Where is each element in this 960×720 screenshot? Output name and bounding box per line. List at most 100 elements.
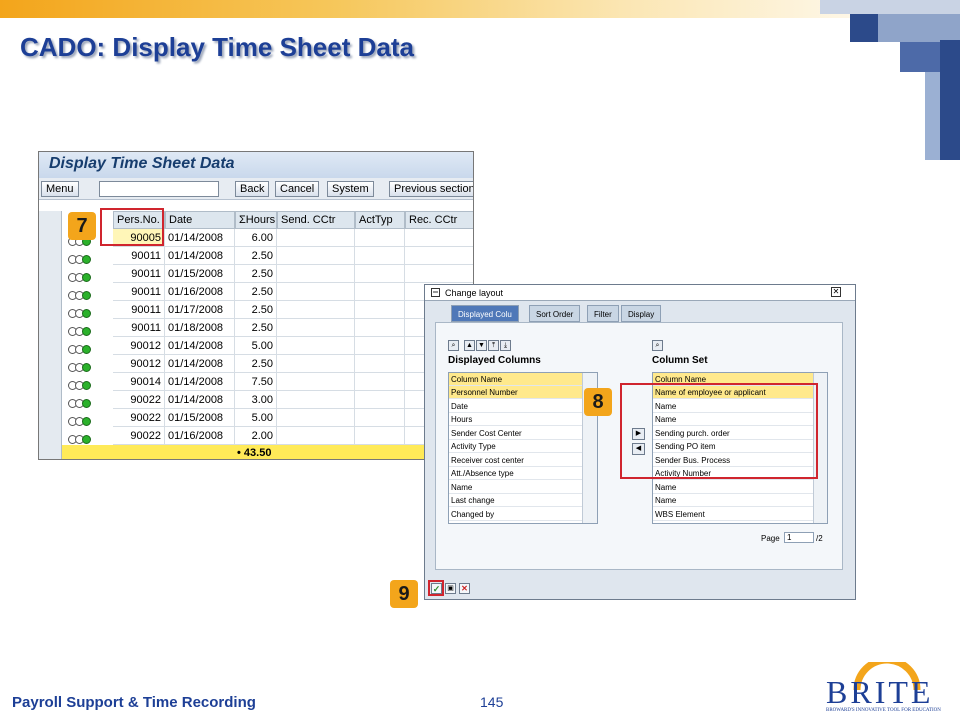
list-item[interactable]: Personnel Number [449, 386, 582, 399]
cell-send-cctr[interactable] [277, 427, 355, 445]
cell-send-cctr[interactable] [277, 301, 355, 319]
list-item[interactable]: Receiver cost center [449, 454, 582, 467]
close-icon[interactable]: ✕ [831, 287, 841, 297]
cell-pers-no[interactable]: 90011 [113, 283, 165, 301]
cell-rec-cctr[interactable] [405, 247, 473, 265]
find-icon-right[interactable]: ⌕ [652, 340, 663, 351]
cell-hours[interactable]: 2.50 [235, 301, 277, 319]
find-icon[interactable]: ⌕ [448, 340, 459, 351]
tab-displayed-columns[interactable]: Displayed Colu [451, 305, 519, 322]
cell-date[interactable]: 01/14/2008 [165, 355, 235, 373]
save-icon[interactable]: ▣ [445, 583, 456, 594]
table-row[interactable]: 90011 01/14/2008 2.50 [62, 247, 473, 265]
list-item[interactable]: Changed by [449, 508, 582, 521]
cell-date[interactable]: 01/14/2008 [165, 247, 235, 265]
table-row[interactable]: 90022 01/15/2008 5.00 [62, 409, 473, 427]
cell-pers-no[interactable]: 90012 [113, 355, 165, 373]
list-item[interactable]: Att./Absence type [449, 467, 582, 480]
cell-hours[interactable]: 2.50 [235, 265, 277, 283]
cell-acttyp[interactable] [355, 409, 405, 427]
cancel-icon[interactable]: ✕ [459, 583, 470, 594]
list-item[interactable]: Activity Type [449, 440, 582, 453]
cell-send-cctr[interactable] [277, 355, 355, 373]
tab-filter[interactable]: Filter [587, 305, 619, 322]
col-send-cctr[interactable]: Send. CCtr [277, 211, 355, 229]
list-item[interactable]: Name [653, 481, 813, 494]
table-row[interactable]: 90014 01/14/2008 7.50 [62, 373, 473, 391]
cell-date[interactable]: 01/16/2008 [165, 427, 235, 445]
cancel-button[interactable]: Cancel [275, 181, 320, 197]
page-input[interactable]: 1 [784, 532, 814, 543]
cell-send-cctr[interactable] [277, 229, 355, 247]
cell-send-cctr[interactable] [277, 337, 355, 355]
cell-pers-no[interactable]: 90011 [113, 265, 165, 283]
cell-pers-no[interactable]: 90022 [113, 391, 165, 409]
col-acttyp[interactable]: ActTyp [355, 211, 405, 229]
back-button[interactable]: Back [235, 181, 270, 197]
cell-rec-cctr[interactable] [405, 229, 473, 247]
cell-date[interactable]: 01/18/2008 [165, 319, 235, 337]
cell-acttyp[interactable] [355, 319, 405, 337]
cell-date[interactable]: 01/15/2008 [165, 265, 235, 283]
cell-acttyp[interactable] [355, 391, 405, 409]
table-row[interactable]: 90012 01/14/2008 2.50 [62, 355, 473, 373]
cell-send-cctr[interactable] [277, 283, 355, 301]
table-row[interactable]: 90011 01/15/2008 2.50 [62, 265, 473, 283]
command-field[interactable] [99, 181, 219, 197]
cell-pers-no[interactable]: 90014 [113, 373, 165, 391]
move-up-icon[interactable]: ▲ [464, 340, 475, 351]
list-item[interactable]: Sender Cost Center [449, 427, 582, 440]
cell-acttyp[interactable] [355, 373, 405, 391]
list-item[interactable]: WBS Element [653, 508, 813, 521]
previous-section-button[interactable]: Previous section [389, 181, 473, 197]
cell-date[interactable]: 01/14/2008 [165, 229, 235, 247]
cell-acttyp[interactable] [355, 247, 405, 265]
cell-send-cctr[interactable] [277, 265, 355, 283]
cell-date[interactable]: 01/14/2008 [165, 391, 235, 409]
cell-hours[interactable]: 2.50 [235, 319, 277, 337]
cell-hours[interactable]: 3.00 [235, 391, 277, 409]
table-row[interactable]: 90022 01/16/2008 2.00 [62, 427, 473, 445]
cell-acttyp[interactable] [355, 301, 405, 319]
tab-display[interactable]: Display [621, 305, 662, 322]
cell-pers-no[interactable]: 90022 [113, 427, 165, 445]
cell-send-cctr[interactable] [277, 409, 355, 427]
menu-button[interactable]: Menu [41, 181, 79, 197]
cell-acttyp[interactable] [355, 265, 405, 283]
table-row[interactable]: 90011 01/17/2008 2.50 [62, 301, 473, 319]
cell-send-cctr[interactable] [277, 247, 355, 265]
table-row[interactable]: 90011 01/18/2008 2.50 [62, 319, 473, 337]
list-item[interactable]: Date [449, 400, 582, 413]
list-item[interactable]: Name [449, 481, 582, 494]
table-row[interactable]: 90012 01/14/2008 5.00 [62, 337, 473, 355]
cell-date[interactable]: 01/17/2008 [165, 301, 235, 319]
cell-hours[interactable]: 2.00 [235, 427, 277, 445]
cell-date[interactable]: 01/15/2008 [165, 409, 235, 427]
cell-hours[interactable]: 5.00 [235, 409, 277, 427]
cell-acttyp[interactable] [355, 337, 405, 355]
cell-pers-no[interactable]: 90022 [113, 409, 165, 427]
tab-sort-order[interactable]: Sort Order [529, 305, 581, 322]
move-bottom-icon[interactable]: ⤓ [500, 340, 511, 351]
cell-acttyp[interactable] [355, 229, 405, 247]
cell-pers-no[interactable]: 90011 [113, 247, 165, 265]
cell-pers-no[interactable]: 90011 [113, 301, 165, 319]
cell-send-cctr[interactable] [277, 319, 355, 337]
cell-date[interactable]: 01/16/2008 [165, 283, 235, 301]
cell-hours[interactable]: 6.00 [235, 229, 277, 247]
cell-rec-cctr[interactable] [405, 265, 473, 283]
cell-pers-no[interactable]: 90011 [113, 319, 165, 337]
cell-date[interactable]: 01/14/2008 [165, 337, 235, 355]
cell-acttyp[interactable] [355, 283, 405, 301]
table-row[interactable]: 90011 01/16/2008 2.50 [62, 283, 473, 301]
cell-acttyp[interactable] [355, 355, 405, 373]
cell-hours[interactable]: 2.50 [235, 283, 277, 301]
list-item[interactable]: Last change [449, 494, 582, 507]
table-row[interactable]: 90022 01/14/2008 3.00 [62, 391, 473, 409]
cell-hours[interactable]: 7.50 [235, 373, 277, 391]
cell-send-cctr[interactable] [277, 373, 355, 391]
col-date[interactable]: Date [165, 211, 235, 229]
cell-hours[interactable]: 2.50 [235, 355, 277, 373]
cell-hours[interactable]: 2.50 [235, 247, 277, 265]
col-hours[interactable]: ΣHours [235, 211, 277, 229]
